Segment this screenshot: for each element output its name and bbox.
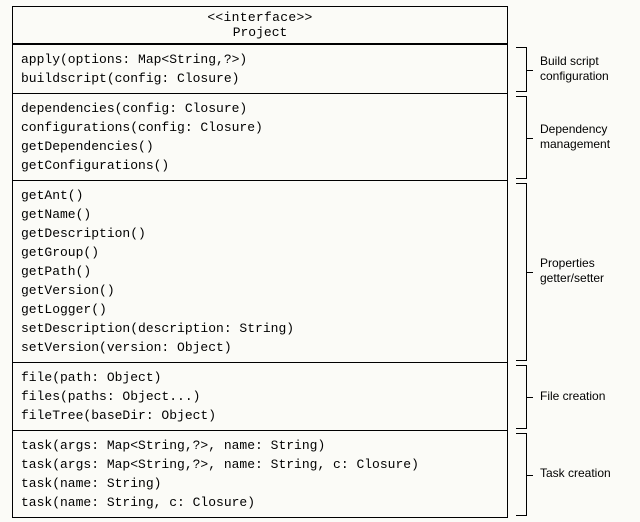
section-label: File creation (540, 389, 605, 404)
method-entry: fileTree(baseDir: Object) (21, 406, 499, 425)
bracket-icon (516, 433, 527, 516)
section-dependency: dependencies(config: Closure) configurat… (13, 93, 507, 180)
method-entry: getVersion() (21, 281, 499, 300)
method-entry: configurations(config: Closure) (21, 118, 499, 137)
stereotype-label: <<interface>> (13, 10, 507, 25)
method-entry: buildscript(config: Closure) (21, 69, 499, 88)
method-entry: setVersion(version: Object) (21, 338, 499, 357)
method-entry: file(path: Object) (21, 368, 499, 387)
method-entry: getName() (21, 205, 499, 224)
method-entry: setDescription(description: String) (21, 319, 499, 338)
method-entry: task(args: Map<String,?>, name: String) (21, 436, 499, 455)
bracket-icon (516, 183, 527, 361)
section-task-creation: task(args: Map<String,?>, name: String) … (13, 430, 507, 517)
section-properties: getAnt() getName() getDescription() getG… (13, 180, 507, 362)
method-entry: getConfigurations() (21, 156, 499, 175)
method-entry: task(name: String) (21, 474, 499, 493)
section-label: Dependencymanagement (540, 122, 610, 152)
method-entry: task(name: String, c: Closure) (21, 493, 499, 512)
bracket-icon (516, 47, 527, 92)
section-label: Build scriptconfiguration (540, 54, 609, 84)
interface-name: Project (13, 25, 507, 40)
bracket-icon (516, 365, 527, 429)
section-file-creation: file(path: Object) files(paths: Object..… (13, 362, 507, 430)
method-entry: getAnt() (21, 186, 499, 205)
method-entry: dependencies(config: Closure) (21, 99, 499, 118)
section-build-script: apply(options: Map<String,?>) buildscrip… (13, 44, 507, 93)
method-entry: getPath() (21, 262, 499, 281)
uml-interface-box: <<interface>> Project apply(options: Map… (12, 6, 508, 518)
section-label: Task creation (540, 466, 611, 481)
method-entry: getGroup() (21, 243, 499, 262)
method-entry: getDescription() (21, 224, 499, 243)
uml-title: <<interface>> Project (13, 7, 507, 44)
method-entry: apply(options: Map<String,?>) (21, 50, 499, 69)
section-label: Propertiesgetter/setter (540, 256, 604, 286)
bracket-icon (516, 96, 527, 179)
method-entry: task(args: Map<String,?>, name: String, … (21, 455, 499, 474)
method-entry: files(paths: Object...) (21, 387, 499, 406)
method-entry: getDependencies() (21, 137, 499, 156)
method-entry: getLogger() (21, 300, 499, 319)
